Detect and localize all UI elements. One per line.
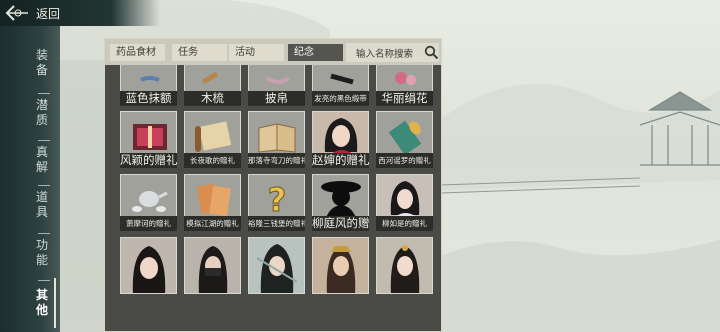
search-input[interactable]: 输入名称搜索 <box>346 43 439 62</box>
item-name: 华丽绢花 <box>376 91 433 106</box>
item-name: 长夜歌的赠礼 <box>184 153 241 168</box>
woman-portrait-icon <box>132 246 166 293</box>
tab-souvenir[interactable]: 纪念 <box>288 44 343 61</box>
tab-bar: 药品食材 任务 活动 纪念 输入名称搜索 <box>105 39 441 65</box>
search-icon <box>424 45 439 60</box>
search-placeholder: 输入名称搜索 <box>356 48 414 60</box>
item-slot[interactable]: 萧摩诃的赠礼 <box>120 174 177 231</box>
warrior-portrait-icon <box>326 246 356 293</box>
item-slot[interactable]: 柳庭风的赠礼 <box>312 174 369 231</box>
category-function[interactable]: 功能 <box>32 238 52 268</box>
item-slot[interactable]: 赵婶的赠礼 <box>312 111 369 168</box>
lady-portrait-icon <box>390 245 420 293</box>
active-category-indicator <box>32 278 56 328</box>
back-label: 返回 <box>36 6 61 21</box>
item-slot[interactable]: 木梳 <box>184 65 241 106</box>
item-slot[interactable] <box>376 237 433 294</box>
item-name: 蓝色抹额 <box>120 91 177 106</box>
item-name: 裕隆三钱堡的赠礼 <box>248 216 305 231</box>
tab-medicine-ingredients[interactable]: 药品食材 <box>110 44 165 61</box>
category-potential[interactable]: 潜质 <box>32 98 52 128</box>
item-name: 萧摩诃的赠礼 <box>120 216 177 231</box>
item-slot[interactable]: 华丽绢花 <box>376 65 433 106</box>
category-props[interactable]: 道具 <box>32 190 52 220</box>
item-slot[interactable] <box>312 237 369 294</box>
masked-man-portrait-icon <box>198 246 228 293</box>
item-slot[interactable] <box>184 237 241 294</box>
item-slot[interactable]: 那落寺弯刀的赠礼 <box>248 111 305 168</box>
item-name: 那落寺弯刀的赠礼 <box>248 153 305 168</box>
item-name: 风颖的赠礼 <box>120 153 177 168</box>
item-name: 柳庭风的赠礼 <box>312 216 369 231</box>
category-divider <box>38 185 50 186</box>
back-button[interactable]: 返回 <box>4 2 74 24</box>
item-name: 发亮的黑色缎带 <box>312 91 369 106</box>
item-name: 西河谣罗的赠礼 <box>376 153 433 168</box>
category-divider <box>38 140 50 141</box>
item-slot[interactable] <box>248 237 305 294</box>
item-name: 柳如是的赠礼 <box>376 216 433 231</box>
item-slot[interactable]: 西河谣罗的赠礼 <box>376 111 433 168</box>
item-slot[interactable]: 披帛 <box>248 65 305 106</box>
item-slot[interactable]: 蓝色抹额 <box>120 65 177 106</box>
tab-quest[interactable]: 任务 <box>172 44 227 61</box>
category-divider <box>38 233 50 234</box>
item-name: 披帛 <box>248 91 305 106</box>
tab-event[interactable]: 活动 <box>229 44 284 61</box>
item-slot[interactable]: 柳如是的赠礼 <box>376 174 433 231</box>
item-name: 模拟江湖的赠礼 <box>184 216 241 231</box>
item-name: 木梳 <box>184 91 241 106</box>
svg-text:?: ? <box>268 181 287 219</box>
item-slot[interactable]: 风颖的赠礼 <box>120 111 177 168</box>
category-equipment[interactable]: 装备 <box>32 48 52 78</box>
item-grid: 蓝色抹额 木梳 披帛 发亮的黑色缎带 华丽绢花 风颖的赠礼 长夜歌的赠礼 那落寺… <box>105 65 441 331</box>
item-slot[interactable]: 发亮的黑色缎带 <box>312 65 369 106</box>
item-name: 赵婶的赠礼 <box>312 153 369 168</box>
item-slot[interactable]: 长夜歌的赠礼 <box>184 111 241 168</box>
swordsman-portrait-icon <box>256 244 298 293</box>
item-slot[interactable]: ? 裕隆三钱堡的赠礼 <box>248 174 305 231</box>
category-true-understanding[interactable]: 真解 <box>32 145 52 175</box>
item-slot[interactable]: 模拟江湖的赠礼 <box>184 174 241 231</box>
item-slot[interactable] <box>120 237 177 294</box>
category-divider <box>38 93 50 94</box>
back-arrow-icon <box>5 5 28 21</box>
item-panel: 药品食材 任务 活动 纪念 输入名称搜索 蓝色抹额 木梳 披帛 发亮的黑色缎带 … <box>104 38 442 332</box>
